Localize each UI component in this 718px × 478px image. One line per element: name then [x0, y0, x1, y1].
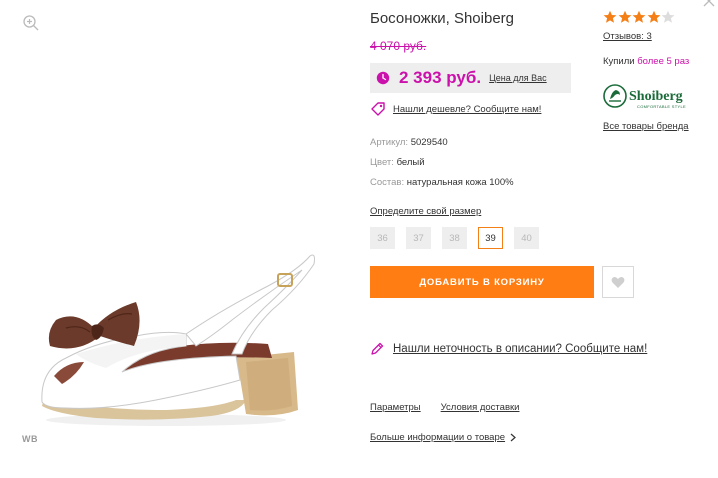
clock-icon [376, 71, 390, 85]
tag-icon [371, 102, 385, 116]
all-brand-products-link[interactable]: Все товары бренда [603, 121, 689, 132]
product-image[interactable] [36, 250, 336, 430]
zoom-in-icon[interactable] [22, 14, 40, 32]
old-price: 4 070 руб. [370, 39, 427, 53]
size-option[interactable]: 38 [442, 227, 467, 249]
svg-text:Shoiberg: Shoiberg [629, 89, 683, 104]
more-info-link[interactable]: Больше информации о товаре [370, 432, 505, 443]
size-option[interactable]: 36 [370, 227, 395, 249]
product-title: Босоножки, Shoiberg [370, 10, 515, 27]
param-label: Состав: [370, 177, 405, 188]
size-option[interactable]: 40 [514, 227, 539, 249]
chevron-right-icon [510, 433, 516, 442]
param-color: Цвет: белый [370, 157, 425, 168]
param-label: Артикул: [370, 137, 409, 148]
star-icon [647, 10, 660, 23]
param-label: Цвет: [370, 157, 394, 168]
price-for-you-link[interactable]: Цена для Вас [489, 73, 547, 83]
size-option-selected[interactable]: 39 [478, 227, 503, 249]
report-error-link[interactable]: Нашли неточность в описании? Сообщите на… [393, 343, 647, 355]
svg-text:COMFORTABLE STYLE: COMFORTABLE STYLE [637, 104, 686, 109]
star-icon [603, 10, 617, 23]
size-selector: 36 37 38 39 40 [370, 227, 550, 249]
rating-stars [603, 10, 676, 24]
param-value: натуральная кожа 100% [406, 177, 514, 188]
star-icon [618, 10, 631, 23]
found-cheaper[interactable]: Нашли дешевле? Сообщите нам! [370, 101, 541, 117]
add-to-cart-button[interactable]: ДОБАВИТЬ В КОРЗИНУ [370, 266, 594, 298]
current-price: 2 393 руб. [399, 68, 482, 87]
favorite-button[interactable] [602, 266, 634, 298]
watermark-wb: WB [22, 434, 38, 444]
tab-delivery[interactable]: Условия доставки [441, 402, 520, 413]
size-guide-link[interactable]: Определите свой размер [370, 206, 481, 217]
star-icon [632, 10, 646, 23]
param-value: белый [396, 157, 425, 168]
star-empty-icon [661, 10, 675, 23]
size-option[interactable]: 37 [406, 227, 431, 249]
reviews-link[interactable]: Отзывов: 3 [603, 31, 652, 42]
bought-label: Купили [603, 56, 635, 67]
report-error[interactable]: Нашли неточность в описании? Сообщите на… [370, 342, 647, 356]
more-info[interactable]: Больше информации о товаре [370, 432, 516, 443]
product-gallery: WB [0, 0, 360, 478]
bought-value: более 5 раз [637, 56, 690, 67]
heart-icon [611, 276, 625, 288]
param-article: Артикул: 5029540 [370, 137, 448, 148]
info-tabs: Параметры Условия доставки [370, 402, 539, 413]
param-value: 5029540 [410, 137, 448, 148]
tab-parameters[interactable]: Параметры [370, 402, 421, 413]
close-icon[interactable] [702, 0, 716, 8]
pencil-icon [371, 342, 384, 355]
bought-count: Купили более 5 раз [603, 56, 689, 67]
price-box: 2 393 руб. Цена для Вас [370, 63, 571, 93]
brand-logo[interactable]: Shoiberg COMFORTABLE STYLE [603, 82, 693, 112]
param-composition: Состав: натуральная кожа 100% [370, 177, 514, 188]
found-cheaper-link[interactable]: Нашли дешевле? Сообщите нам! [393, 104, 541, 115]
